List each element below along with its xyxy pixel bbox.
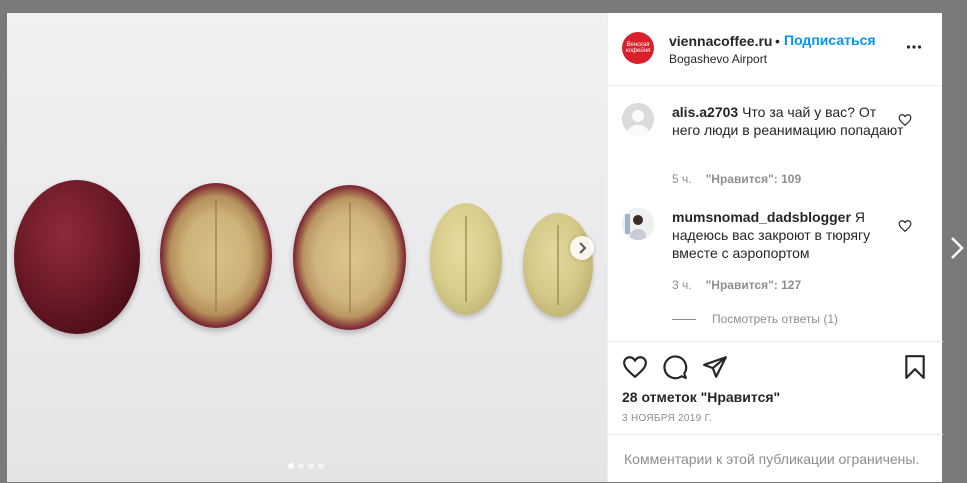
comment-username[interactable]: mumsnomad_dadsblogger [672, 209, 851, 225]
green-coffee-bean-1 [430, 203, 502, 315]
action-bar: 28 отметок "Нравится" 3 НОЯБРЯ 2019 Г. К… [608, 341, 943, 482]
separator-dot: • [775, 33, 780, 49]
heart-icon[interactable] [898, 113, 912, 127]
comment-icon[interactable] [662, 354, 688, 380]
coffee-cherry-cut-half-2 [293, 185, 406, 330]
post-sidebar: Венская кофейня viennacoffee.ru • Подпис… [607, 13, 943, 482]
chevron-right-icon [579, 242, 587, 254]
carousel-dot[interactable] [318, 463, 324, 469]
default-avatar-icon [622, 103, 654, 135]
green-coffee-bean-2 [523, 213, 593, 317]
view-replies-button[interactable]: Посмотреть ответы (1) [672, 312, 838, 326]
coffee-cherry-cut-half-1 [160, 183, 272, 328]
follow-button[interactable]: Подписаться [784, 32, 876, 48]
comment-likes[interactable]: "Нравится": 127 [706, 278, 802, 292]
view-replies-label: Посмотреть ответы (1) [712, 312, 839, 326]
heart-icon[interactable] [622, 354, 648, 380]
comment-username[interactable]: alis.a2703 [672, 104, 738, 120]
chevron-right-icon[interactable] [950, 236, 964, 260]
comment-likes[interactable]: "Нравится": 109 [706, 172, 802, 186]
comment-time[interactable]: 5 ч. [672, 172, 692, 186]
post-header: Венская кофейня viennacoffee.ru • Подпис… [608, 13, 942, 86]
carousel-dots [288, 463, 324, 469]
logo-text: Венская кофейня [625, 42, 651, 54]
account-username[interactable]: viennacoffee.ru [669, 33, 772, 49]
comment-text: mumsnomad_dadsblogger Я надеюсь вас закр… [672, 208, 904, 262]
post-image[interactable] [7, 13, 607, 482]
account-avatar[interactable]: Венская кофейня [622, 32, 654, 64]
more-options-icon[interactable] [906, 39, 922, 55]
comment-meta: 3 ч. "Нравится": 127 [672, 278, 801, 292]
post-date[interactable]: 3 НОЯБРЯ 2019 Г. [622, 413, 712, 424]
coffee-cherry-whole [14, 180, 140, 334]
avatar[interactable] [622, 103, 654, 135]
replies-divider [672, 318, 696, 320]
post-modal: Венская кофейня viennacoffee.ru • Подпис… [7, 13, 943, 482]
bookmark-icon[interactable] [902, 354, 928, 380]
avatar[interactable] [622, 208, 654, 240]
user-photo-icon [622, 208, 654, 240]
comment-text: alis.a2703 Что за чай у вас? От него люд… [672, 103, 904, 139]
comment-meta: 5 ч. "Нравится": 109 [672, 172, 801, 186]
comment-time[interactable]: 3 ч. [672, 278, 692, 292]
carousel-dot[interactable] [288, 463, 294, 469]
comments-restricted-notice: Комментарии к этой публикации ограничены… [608, 434, 943, 483]
likes-count[interactable]: 28 отметок "Нравится" [622, 389, 780, 405]
carousel-dot[interactable] [298, 463, 304, 469]
carousel-next-button[interactable] [570, 236, 594, 260]
heart-icon[interactable] [898, 219, 912, 233]
post-location[interactable]: Bogashevo Airport [669, 52, 767, 66]
share-icon[interactable] [702, 354, 728, 380]
carousel-dot[interactable] [308, 463, 314, 469]
